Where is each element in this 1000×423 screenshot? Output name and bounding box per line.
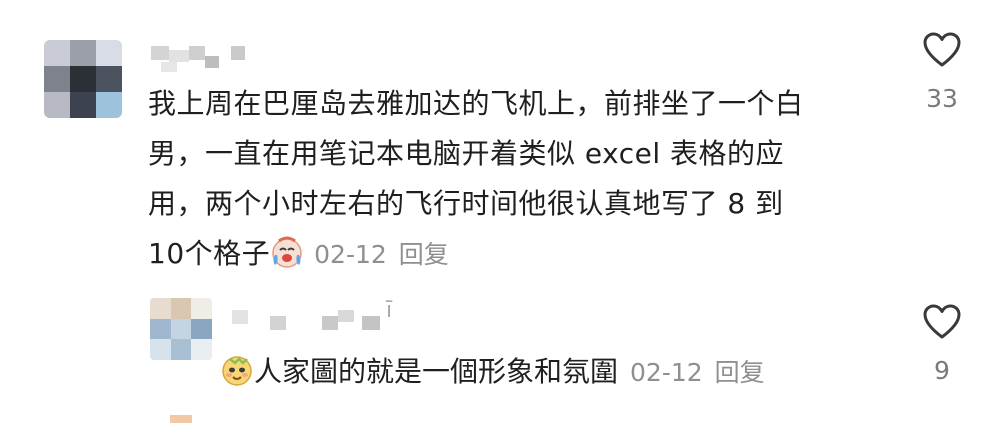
reply-button[interactable]: 回复 <box>399 240 449 269</box>
username[interactable] <box>147 38 257 78</box>
smirking-face-emoji <box>220 353 254 400</box>
comment-text-line: 男，一直在用笔记本电脑开着类似 excel 表格的应 <box>148 137 785 170</box>
heart-outline-icon[interactable] <box>921 304 963 346</box>
reply-like-count: 9 <box>934 356 950 385</box>
avatar[interactable] <box>44 40 122 118</box>
reply-date: 02-12 <box>630 358 703 387</box>
crying-laughing-emoji <box>270 235 304 285</box>
comment-text-line: 我上周在巴厘岛去雅加达的飞机上，前排坐了一个白 <box>148 87 804 120</box>
reply-avatar[interactable] <box>150 298 212 360</box>
reply-text: 人家圖的就是一個形象和氛圍 <box>254 355 619 388</box>
comment-text-line: 10个格子 <box>148 237 271 270</box>
next-avatar-partial <box>150 415 200 423</box>
comment-text-line: 用，两个小时左右的飞行时间他很认真地写了 8 到 <box>148 187 784 220</box>
comment-last-line: 10个格子 02-12 回复 <box>148 229 868 285</box>
like-count: 33 <box>926 84 958 113</box>
like-button[interactable]: 33 <box>912 30 972 113</box>
comment-item: 我上周在巴厘岛去雅加达的飞机上，前排坐了一个白 男，一直在用笔记本电脑开着类似 … <box>0 0 1000 290</box>
reply-body: 人家圖的就是一個形象和氛圍 02-12 回复 <box>220 350 765 400</box>
reply-reply-button[interactable]: 回复 <box>715 358 765 387</box>
comment-meta: 02-12 回复 <box>314 240 449 269</box>
username-glyph: ī <box>386 298 393 323</box>
heart-outline-icon[interactable] <box>921 32 963 74</box>
comment-body: 我上周在巴厘岛去雅加达的飞机上，前排坐了一个白 男，一直在用笔记本电脑开着类似 … <box>148 79 868 285</box>
comment-date: 02-12 <box>314 240 387 269</box>
reply-meta: 02-12 回复 <box>630 358 765 387</box>
reply-like-button[interactable]: 9 <box>912 302 972 385</box>
reply-username[interactable]: ī <box>226 296 416 336</box>
